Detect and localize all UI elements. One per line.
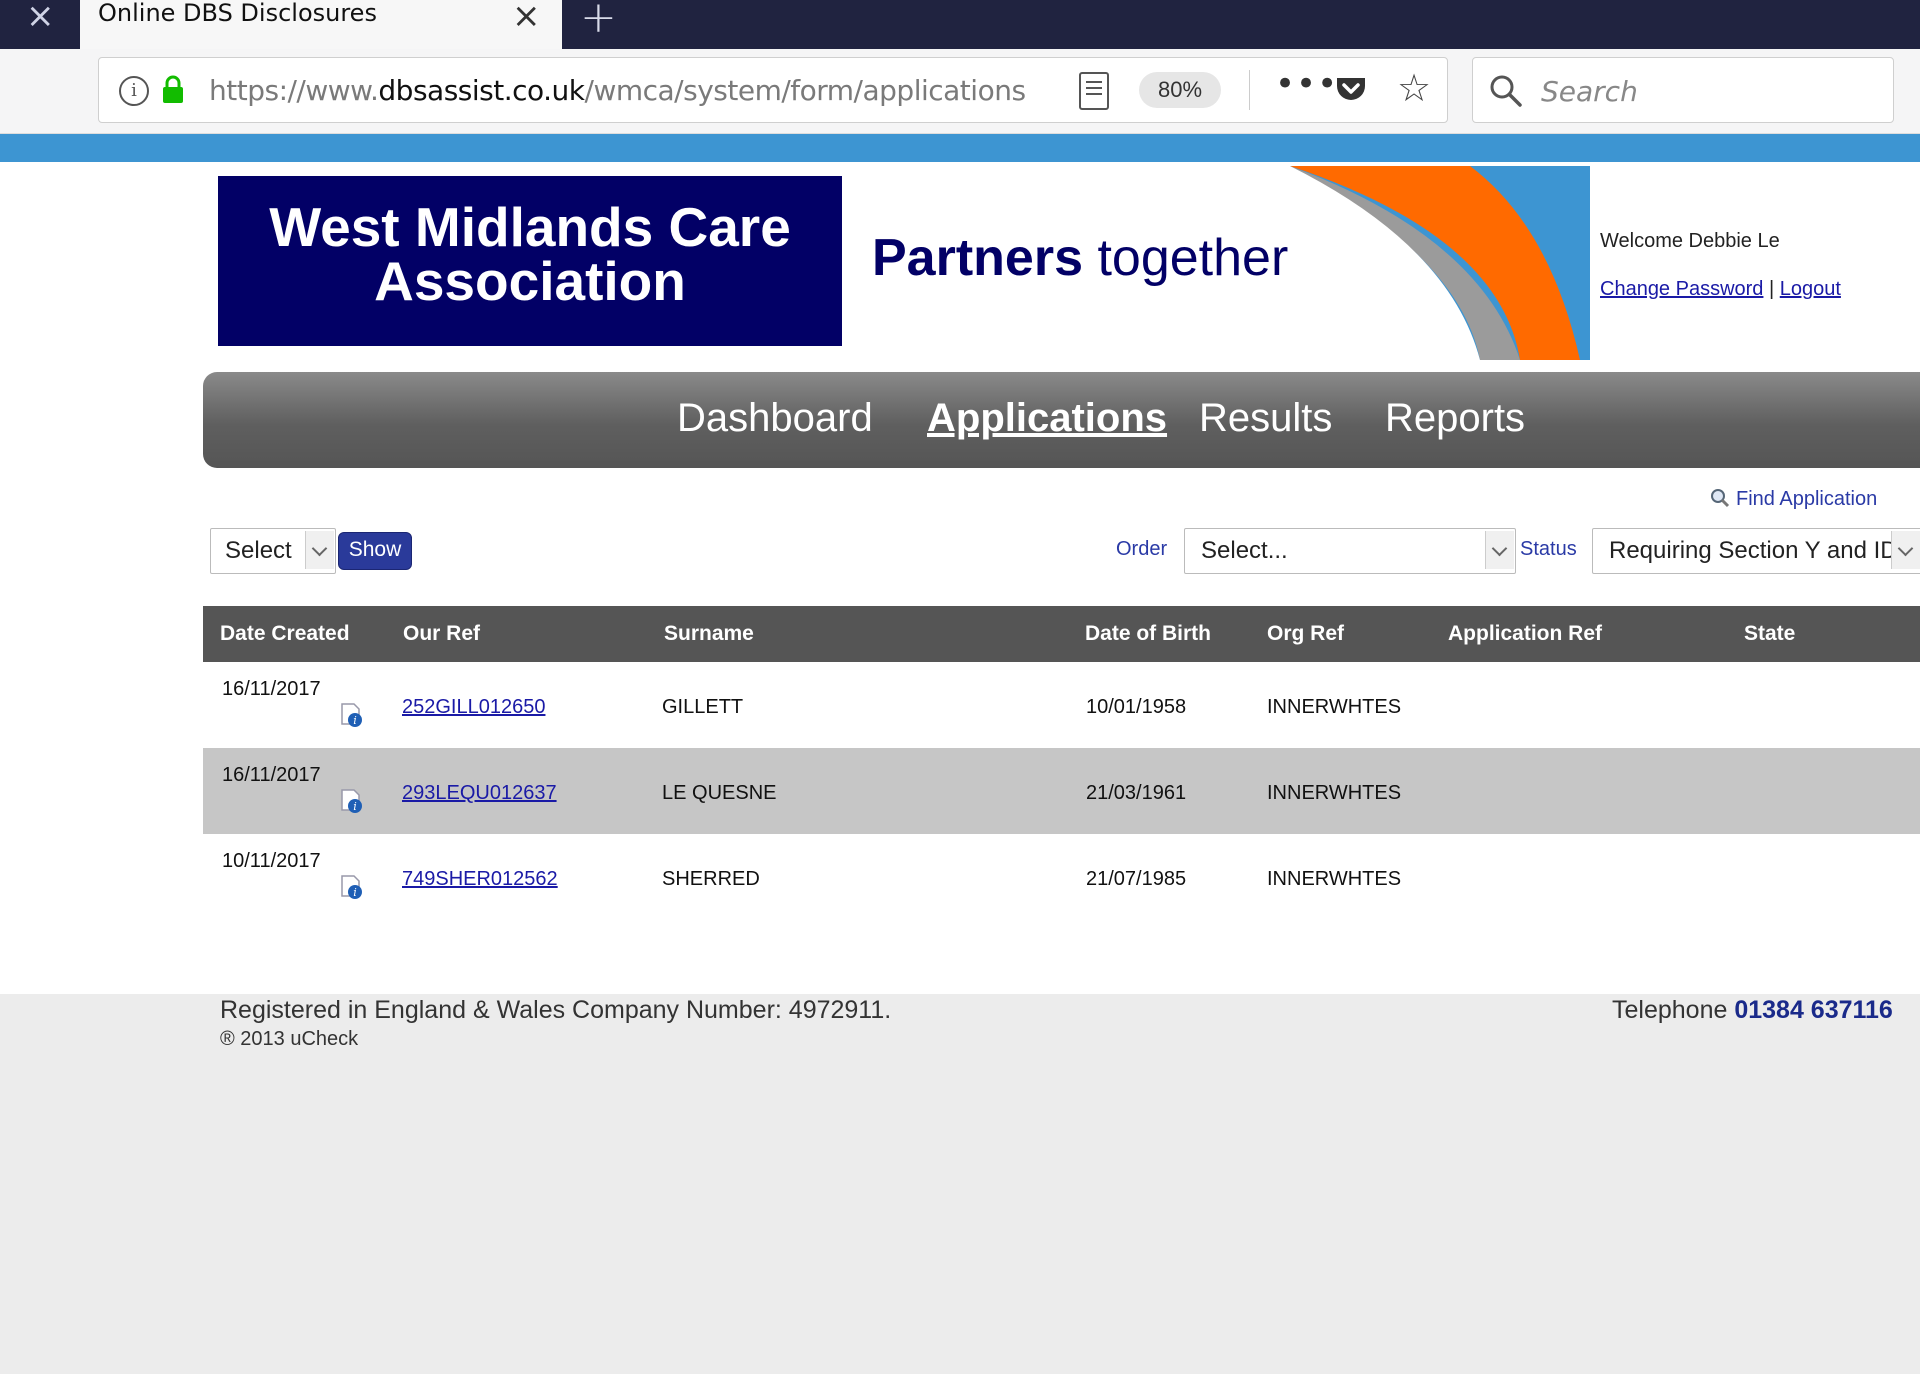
reader-view-icon[interactable]: [1079, 72, 1109, 110]
browser-nav-bar: i https://www.dbsassist.co.uk/wmca/syste…: [0, 49, 1920, 134]
status-select[interactable]: Requiring Section Y and ID: [1592, 528, 1920, 574]
cell-org-ref: INNERWHTES: [1267, 868, 1402, 890]
cell-date-of-birth: 10/01/1958: [1086, 696, 1187, 718]
cell-date-created: 16/11/2017: [222, 678, 321, 700]
previous-tab-close-icon[interactable]: ×: [26, 0, 55, 33]
status-label: Status: [1520, 538, 1577, 560]
menu-reports[interactable]: Reports: [1385, 396, 1525, 441]
company-registration: Registered in England & Wales Company Nu…: [220, 996, 892, 1024]
table-row: 16/11/2017 i 293LEQU012637 LE QUESNE 21/…: [203, 748, 1920, 834]
col-state[interactable]: State: [1744, 622, 1795, 646]
chevron-down-icon: [1891, 531, 1920, 569]
copyright: ® 2013 uCheck: [220, 1028, 359, 1050]
order-label: Order: [1116, 538, 1168, 560]
cell-org-ref: INNERWHTES: [1267, 696, 1402, 718]
address-bar[interactable]: i https://www.dbsassist.co.uk/wmca/syste…: [98, 57, 1448, 123]
header-swoosh-graphic: [1290, 166, 1590, 360]
document-info-icon[interactable]: i: [340, 874, 364, 900]
table-header: Date Created Our Ref Surname Date of Bir…: [203, 606, 1920, 662]
info-icon[interactable]: i: [119, 76, 149, 106]
document-info-icon[interactable]: i: [340, 788, 364, 814]
lock-icon: [163, 75, 183, 103]
col-org-ref[interactable]: Org Ref: [1267, 622, 1344, 646]
col-date-created[interactable]: Date Created: [220, 622, 350, 646]
col-application-ref[interactable]: Application Ref: [1448, 622, 1602, 646]
magnifier-icon: [1711, 489, 1730, 508]
menu-results[interactable]: Results: [1199, 396, 1332, 441]
menu-applications[interactable]: Applications: [927, 396, 1167, 441]
telephone-number: 01384 637116: [1734, 996, 1893, 1024]
document-info-icon[interactable]: i: [340, 702, 364, 728]
col-surname[interactable]: Surname: [664, 622, 754, 646]
browser-search-bar[interactable]: Search: [1472, 57, 1894, 123]
svg-text:i: i: [353, 800, 357, 813]
tab-close-icon[interactable]: ×: [512, 0, 541, 36]
main-menu: Dashboard Applications Results Reports: [203, 372, 1920, 468]
table-row: 16/11/2017 i 252GILL012650 GILLETT 10/01…: [203, 662, 1920, 748]
account-links: Change Password | Logout: [1600, 278, 1841, 300]
bookmark-star-icon[interactable]: ☆: [1397, 66, 1431, 110]
logo: West Midlands Care Association: [218, 176, 842, 346]
per-page-select[interactable]: Select: [210, 528, 336, 574]
new-tab-icon[interactable]: +: [580, 0, 617, 43]
more-actions-icon[interactable]: •••: [1275, 64, 1338, 104]
browser-tab-bar: × Online DBS Disclosures × +: [0, 0, 1920, 49]
url-text[interactable]: https://www.dbsassist.co.uk/wmca/system/…: [209, 74, 1089, 107]
our-ref-link[interactable]: 749SHER012562: [402, 868, 558, 891]
our-ref-link[interactable]: 293LEQU012637: [402, 782, 557, 805]
telephone: Telephone 01384 637116: [1612, 996, 1893, 1024]
cell-org-ref: INNERWHTES: [1267, 782, 1402, 804]
our-ref-link[interactable]: 252GILL012650: [402, 696, 545, 719]
welcome-text: Welcome Debbie Le: [1600, 230, 1780, 252]
chevron-down-icon: [1485, 531, 1514, 569]
change-password-link[interactable]: Change Password: [1600, 278, 1763, 300]
cell-date-created: 16/11/2017: [222, 764, 321, 786]
separator: [1249, 70, 1250, 110]
pocket-icon[interactable]: [1335, 74, 1367, 104]
menu-dashboard[interactable]: Dashboard: [677, 396, 873, 441]
show-button[interactable]: Show: [338, 532, 412, 570]
table-row: 10/11/2017 i 749SHER012562 SHERRED 21/07…: [203, 834, 1920, 920]
cell-date-created: 10/11/2017: [222, 850, 321, 872]
top-accent-stripe: [0, 134, 1920, 162]
footer: Registered in England & Wales Company Nu…: [0, 994, 1920, 1374]
svg-text:i: i: [353, 886, 357, 899]
browser-tab-active[interactable]: Online DBS Disclosures ×: [80, 0, 562, 49]
page-content: West Midlands Care Association Partners …: [0, 162, 1920, 994]
svg-text:i: i: [353, 714, 357, 727]
cell-date-of-birth: 21/03/1961: [1086, 782, 1187, 804]
cell-date-of-birth: 21/07/1985: [1086, 868, 1187, 890]
cell-surname: LE QUESNE: [662, 782, 777, 804]
cell-surname: GILLETT: [662, 696, 744, 718]
tab-title: Online DBS Disclosures: [98, 0, 377, 27]
col-date-of-birth[interactable]: Date of Birth: [1085, 622, 1211, 646]
order-select[interactable]: Select...: [1184, 528, 1516, 574]
find-application-link[interactable]: Find Application: [1710, 488, 1877, 511]
cell-surname: SHERRED: [662, 868, 760, 890]
zoom-level[interactable]: 80%: [1139, 72, 1221, 108]
chevron-down-icon: [305, 531, 334, 569]
col-our-ref[interactable]: Our Ref: [403, 622, 480, 646]
tagline: Partners together: [872, 229, 1289, 287]
logout-link[interactable]: Logout: [1780, 278, 1841, 300]
search-icon: [1490, 75, 1522, 107]
search-placeholder: Search: [1541, 75, 1638, 108]
